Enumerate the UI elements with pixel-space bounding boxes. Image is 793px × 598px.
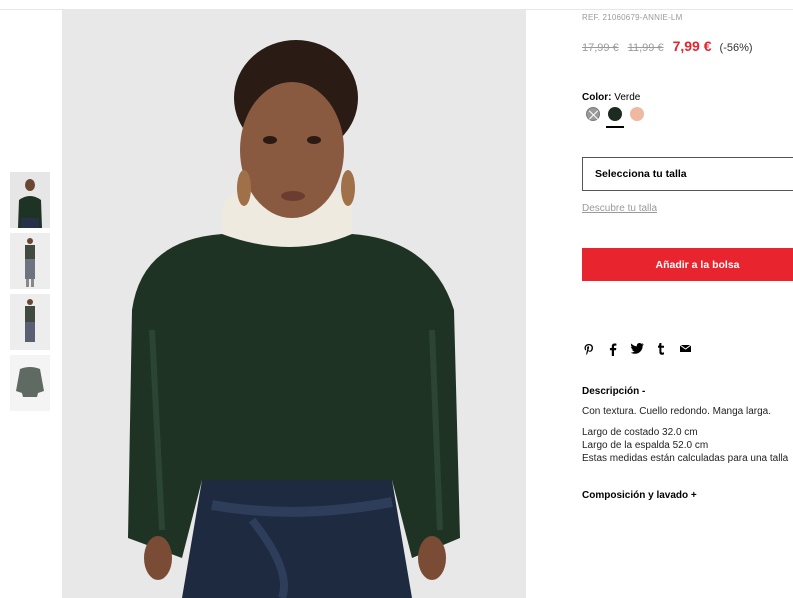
description-line: Largo de la espalda 52.0 cm [582, 440, 709, 451]
price-original: 17,99 € [582, 42, 619, 54]
discount-badge: (-56%) [719, 42, 753, 54]
facebook-icon[interactable] [606, 343, 620, 357]
product-reference: REF. 21060679-ANNIE-LM [582, 13, 683, 22]
color-label: Color: [582, 92, 612, 103]
email-icon[interactable] [678, 343, 692, 357]
price-block: 17,99 € 11,99 € 7,99 € (-56%) [582, 38, 753, 54]
add-to-bag-label: Añadir a la bolsa [655, 258, 740, 271]
size-select[interactable]: Selecciona tu talla [582, 157, 793, 191]
price-current: 7,99 € [672, 38, 712, 54]
thumbnail-1[interactable] [10, 172, 50, 228]
pinterest-icon[interactable] [582, 343, 596, 357]
product-main-image[interactable] [62, 10, 526, 598]
color-swatch-grey[interactable] [586, 107, 600, 121]
description-title[interactable]: Descripción - [582, 386, 645, 397]
size-guide-link[interactable]: Descubre tu talla [582, 203, 657, 214]
thumbnail-list [10, 172, 50, 416]
thumbnail-4[interactable] [10, 355, 50, 411]
color-swatch-pink[interactable] [630, 107, 644, 121]
price-previous: 11,99 € [627, 42, 664, 54]
share-icons [582, 343, 692, 357]
selected-color-indicator [606, 126, 624, 128]
add-to-bag-button[interactable]: Añadir a la bolsa [582, 248, 793, 281]
description-line: Estas medidas están calculadas para una … [582, 453, 789, 464]
thumbnail-2[interactable] [10, 233, 50, 289]
color-selected-name: Verde [614, 92, 641, 103]
composition-toggle[interactable]: Composición y lavado + [582, 490, 697, 501]
description-line: Con textura. Cuello redondo. Manga larga… [582, 406, 772, 417]
tumblr-icon[interactable] [654, 343, 668, 357]
thumbnail-3[interactable] [10, 294, 50, 350]
color-swatches [586, 107, 644, 121]
description-line: Largo de costado 32.0 cm [582, 427, 698, 438]
color-swatch-green[interactable] [608, 107, 622, 121]
twitter-icon[interactable] [630, 343, 644, 357]
color-label-row: Color: Verde [582, 92, 640, 103]
size-select-label: Selecciona tu talla [595, 168, 687, 180]
